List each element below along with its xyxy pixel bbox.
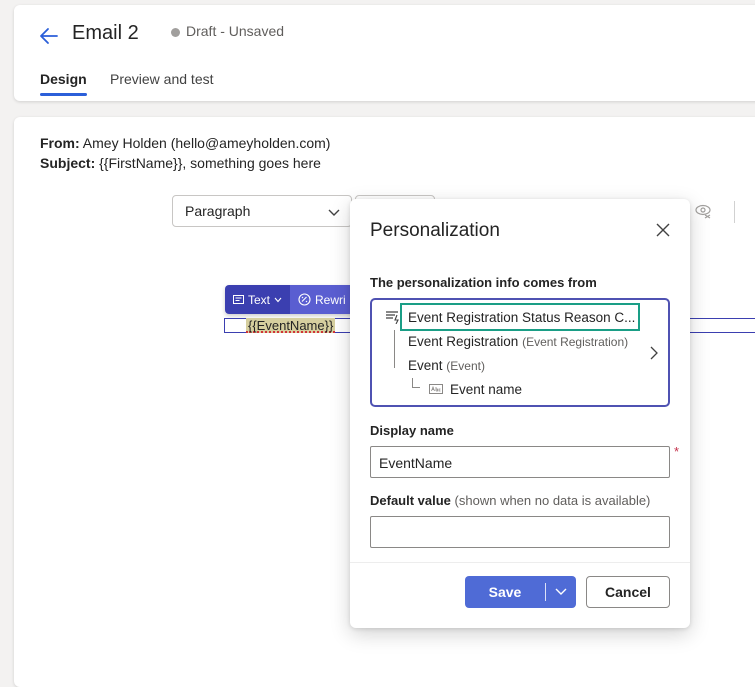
tree-connector [394,330,404,344]
header-card: Email 2 Draft - Unsaved Design Preview a… [14,5,755,101]
toolbar-divider [734,201,735,223]
chevron-down-icon [274,297,282,302]
source-item-label: Event name [450,382,523,397]
display-name-input[interactable]: EventName [370,446,670,478]
source-item-event: Event (Event) [408,358,485,373]
default-value-label-text: Default value [370,493,451,508]
default-value-hint: (shown when no data is available) [454,493,651,508]
dialog-title: Personalization [370,220,500,241]
source-item-label: Event Registration Status Reason C... [408,310,636,325]
text-style-button[interactable]: Text [225,285,291,314]
text-style-label: Text [248,292,271,307]
chevron-right-icon[interactable] [648,345,660,361]
tab-preview-and-test[interactable]: Preview and test [110,71,214,87]
tab-design[interactable]: Design [40,71,87,96]
required-indicator: * [674,444,680,459]
close-icon[interactable] [654,221,672,239]
page-title: Email 2 [72,22,139,44]
source-picker[interactable]: Event Registration Status Reason C... Ev… [370,298,670,407]
cancel-button[interactable]: Cancel [586,576,670,608]
default-value-label: Default value (shown when no data is ava… [370,493,650,508]
dialog-divider [350,562,690,563]
back-arrow-icon[interactable] [38,25,60,47]
chevron-down-icon [555,588,567,595]
hide-icon[interactable] [694,203,712,219]
source-item-status-reason: Event Registration Status Reason C... [408,310,635,325]
source-item-sub: (Event Registration) [522,335,629,349]
copilot-icon [298,293,311,306]
chevron-down-icon [328,209,340,216]
source-item-label: Event [408,358,443,373]
dynamic-text-icon [386,311,399,324]
source-item-label: Event Registration [408,334,519,349]
from-label: From: [40,135,80,151]
source-label: The personalization info comes from [370,275,597,290]
from-value: Amey Holden (hello@ameyholden.com) [82,135,331,151]
tree-connector [394,344,404,368]
save-button[interactable]: Save [465,584,545,600]
source-item-sub: (Event) [446,359,485,373]
personalization-token[interactable]: {{EventName}} [246,318,336,333]
personalization-dialog: Personalization The personalization info… [350,199,690,628]
from-line: From: Amey Holden (hello@ameyholden.com) [40,135,330,151]
subject-line: Subject: {{FirstName}}, something goes h… [40,155,321,171]
save-options-button[interactable] [546,576,576,608]
default-value-input[interactable] [370,516,670,548]
status-text: Draft - Unsaved [186,23,285,39]
subject-label: Subject: [40,155,96,171]
tree-connector [412,378,420,388]
text-field-icon [429,384,443,394]
paragraph-format-select[interactable]: Paragraph [172,195,352,227]
rewrite-label: Rewri [315,292,346,307]
source-item-event-registration: Event Registration (Event Registration) [408,334,628,349]
display-name-label: Display name [370,423,454,438]
subject-value: {{FirstName}}, something goes here [99,155,321,171]
text-box-icon [233,295,244,304]
source-item-event-name: Event name [450,382,522,397]
format-select-value: Paragraph [185,203,251,219]
display-name-value: EventName [379,455,453,471]
status-dot-icon [171,28,180,37]
save-split-button: Save [465,576,576,608]
